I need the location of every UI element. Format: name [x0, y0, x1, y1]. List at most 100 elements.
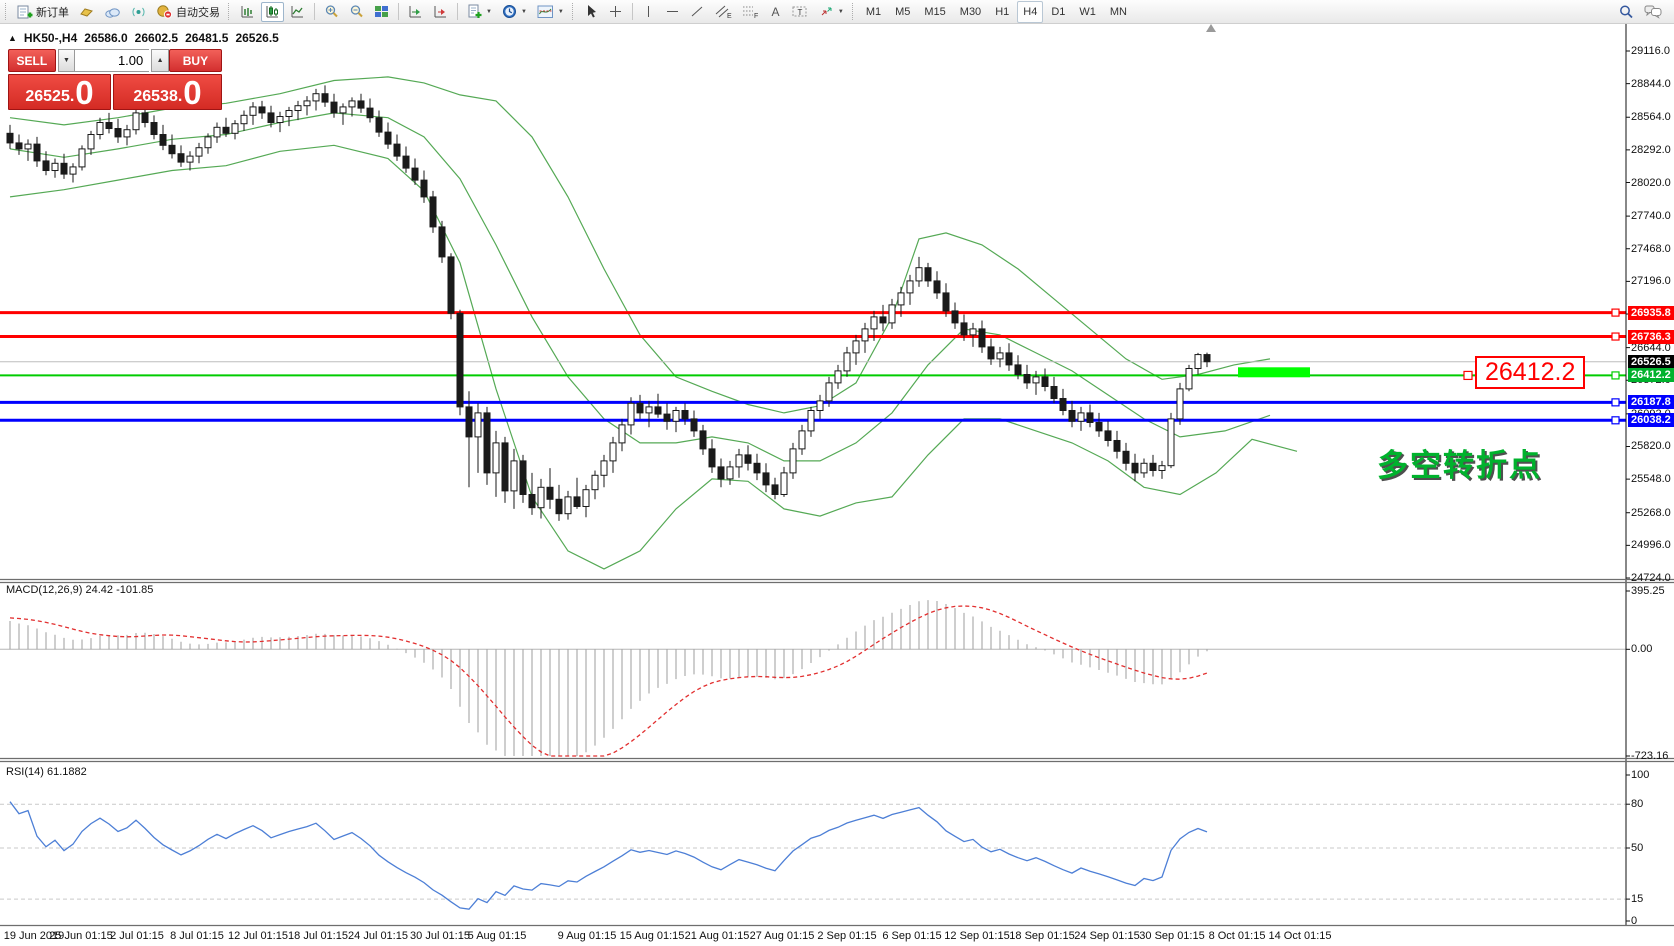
toolbar-grip	[571, 3, 576, 20]
one-click-trading-panel: SELL ▼ ▲ BUY 26525. 0 26538. 0	[8, 49, 223, 110]
timeframe-button-mn[interactable]: MN	[1104, 1, 1133, 23]
toolbar-separator	[314, 3, 315, 20]
date-axis-label: 30 Sep 01:15	[1139, 930, 1205, 942]
search-button[interactable]	[1614, 2, 1638, 22]
turning-point-text: 多空转折点	[1377, 448, 1542, 483]
trend-icon	[690, 4, 705, 19]
periods-button-dropdown-icon[interactable]: ▼	[521, 9, 527, 15]
macd-axis-label: 395.25	[1631, 585, 1665, 597]
timeframe-button-m30[interactable]: M30	[954, 1, 987, 23]
new-order-button-label: 新订单	[36, 6, 69, 19]
chat-button[interactable]	[1640, 2, 1667, 22]
timeframe-button-d1[interactable]: D1	[1045, 1, 1071, 23]
volume-increase-button[interactable]: ▲	[151, 49, 169, 72]
date-axis-label: 14 Oct 01:15	[1268, 930, 1332, 942]
price-axis-label: 28292.0	[1631, 143, 1671, 156]
fibo-icon: F	[742, 4, 759, 19]
arrows-button-dropdown-icon[interactable]: ▼	[838, 9, 844, 15]
label-button[interactable]: T	[788, 2, 813, 22]
date-axis-label: 6 Sep 01:15	[882, 930, 942, 942]
high-value: 26602.5	[134, 31, 179, 45]
price-axis-label: 24996.0	[1631, 539, 1671, 552]
chart-shift-button[interactable]	[429, 2, 452, 22]
timeframe-button-m5[interactable]: M5	[889, 1, 916, 23]
date-axis-label: 5 Aug 01:15	[467, 930, 527, 942]
chart-line-button[interactable]	[286, 2, 309, 22]
symbol-period: HK50-,H4	[23, 31, 78, 45]
periods-button[interactable]: ▼	[498, 2, 531, 22]
date-axis-label: 12 Jul 01:15	[228, 930, 288, 942]
templates-button[interactable]: ▼	[463, 2, 496, 22]
signal-icon	[131, 4, 146, 19]
date-axis-label: 18 Jul 01:15	[288, 930, 348, 942]
price-annotation-label[interactable]: 26412.2	[1475, 356, 1586, 389]
autoscroll-icon	[408, 4, 423, 19]
price-tag: 26736.3	[1628, 329, 1674, 344]
crosshair-button[interactable]	[604, 2, 627, 22]
timeframe-button-m15[interactable]: M15	[918, 1, 951, 23]
arrows-button[interactable]: ▼	[815, 2, 848, 22]
new-order-button[interactable]: 新订单	[13, 2, 73, 22]
indicators-button-dropdown-icon[interactable]: ▼	[558, 9, 564, 15]
trendline-button[interactable]	[686, 2, 709, 22]
date-axis-label: 2 Jul 01:15	[110, 930, 164, 942]
price-axis-label: 25268.0	[1631, 506, 1671, 519]
price-tag: 26038.2	[1628, 413, 1674, 428]
gold-icon	[79, 4, 94, 19]
timeframe-button-h4[interactable]: H4	[1017, 0, 1044, 23]
templates-button-dropdown-icon[interactable]: ▼	[486, 9, 492, 15]
autotrade-button[interactable]: 自动交易	[152, 2, 224, 22]
price-axis-label: 28564.0	[1631, 111, 1671, 124]
zoom-in-button[interactable]	[320, 2, 343, 22]
timeframe-button-h1[interactable]: H1	[989, 1, 1015, 23]
zoom-out-button[interactable]	[345, 2, 368, 22]
rsi-axis-label: 0	[1631, 915, 1638, 927]
svg-text:F: F	[754, 13, 758, 19]
bars-icon	[240, 4, 255, 19]
zoomout-icon	[349, 4, 364, 19]
template-icon	[467, 4, 482, 19]
panel-collapse-icon[interactable]: ▲	[8, 33, 17, 43]
macd-main-value: 24.42	[85, 584, 114, 596]
price-axis-label: 27468.0	[1631, 242, 1671, 255]
signals-button[interactable]	[127, 2, 150, 22]
date-axis-label: 8 Jul 01:15	[170, 930, 224, 942]
chartshift-icon	[433, 4, 448, 19]
horizontal-line-button[interactable]	[661, 2, 684, 22]
fibonacci-button[interactable]: F	[738, 2, 763, 22]
candles-icon	[265, 4, 280, 19]
vertical-line-button[interactable]	[638, 2, 659, 22]
channel-button[interactable]: E	[711, 2, 736, 22]
volume-decrease-button[interactable]: ▼	[57, 49, 76, 72]
date-axis-label: 21 Aug 01:15	[684, 930, 750, 942]
timeframe-button-w1[interactable]: W1	[1073, 1, 1102, 23]
price-tag: 26526.5	[1628, 354, 1674, 369]
chart-candles-button[interactable]	[261, 1, 284, 22]
price-axis-label: 27196.0	[1631, 275, 1671, 288]
profile-button[interactable]	[75, 2, 98, 22]
volume-input[interactable]	[75, 49, 150, 72]
sell-button[interactable]: SELL	[8, 49, 56, 72]
buy-button[interactable]: BUY	[168, 49, 223, 72]
macd-axis-label: -723.16	[1631, 750, 1669, 762]
text-button[interactable]: A	[765, 2, 786, 22]
cursor-button[interactable]	[580, 2, 602, 22]
price-axis-label: 28844.0	[1631, 77, 1671, 90]
cloud-button[interactable]	[100, 2, 125, 22]
open-value: 26586.0	[84, 31, 128, 45]
labelT-icon: T	[792, 4, 809, 19]
tile-windows-button[interactable]	[370, 2, 393, 22]
rsi-axis-label: 15	[1631, 893, 1644, 906]
arrows-icon	[819, 4, 834, 19]
timeframe-button-m1[interactable]: M1	[860, 1, 887, 23]
date-axis-label: 12 Sep 01:15	[944, 930, 1010, 942]
indicators-button[interactable]: ▼	[533, 2, 568, 22]
toolbar-grip	[851, 3, 856, 20]
buy-price[interactable]: 26538. 0	[113, 74, 222, 110]
chart-bars-button[interactable]	[236, 2, 259, 22]
sell-price[interactable]: 26525. 0	[8, 74, 111, 110]
chart-ohlc-header: ▲ HK50-,H4 26586.0 26602.5 26481.5 26526…	[8, 31, 279, 45]
autoscroll-button[interactable]	[404, 2, 427, 22]
toolbar-separator	[398, 3, 399, 20]
toolbar-separator	[631, 3, 633, 20]
